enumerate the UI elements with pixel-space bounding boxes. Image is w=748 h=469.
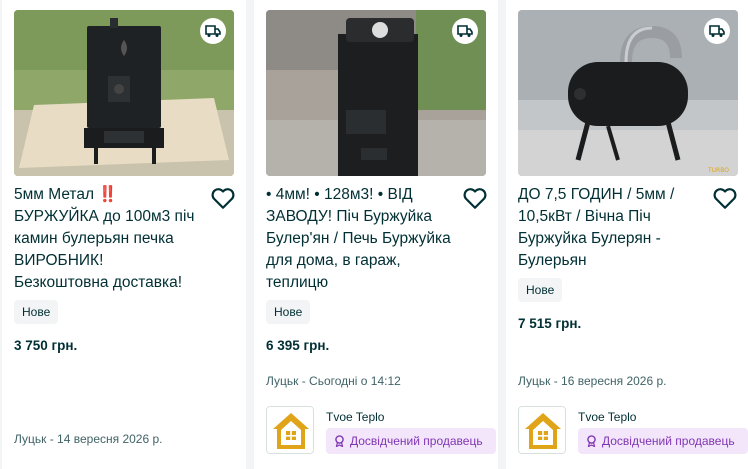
listing-photo[interactable]: TURBO (518, 10, 738, 176)
listing-photo[interactable] (14, 10, 234, 176)
seller-info[interactable]: Tvoe Teplo Досвідчений продавець (266, 406, 496, 456)
listing-card[interactable]: • 4мм! • 128м3! • ВІД ЗАВОДУ! Піч Буржуй… (254, 0, 498, 469)
location-date: Луцьк - 14 вересня 2026 р. (14, 432, 163, 446)
listing-photo[interactable] (266, 10, 486, 176)
heart-icon[interactable] (712, 186, 738, 210)
heart-icon[interactable] (210, 186, 236, 210)
condition-badge: Нове (14, 300, 59, 324)
listing-price: 7 515 грн. (518, 316, 582, 331)
location-date: Луцьк - Сьогодні о 14:12 (266, 374, 401, 388)
heart-icon[interactable] (462, 186, 488, 210)
listing-title[interactable]: • 4мм! • 128м3! • ВІД ЗАВОДУ! Піч Буржуй… (266, 184, 454, 294)
experienced-seller-badge: Досвідчений продавець (326, 428, 496, 454)
listing-title[interactable]: ДО 7,5 ГОДИН / 5мм / 10,5кВт / Вічна Піч… (518, 184, 704, 272)
delivery-truck-icon (704, 18, 730, 44)
seller-logo (518, 406, 566, 454)
listing-price: 6 395 грн. (266, 338, 330, 353)
listing-grid: 5мм Метал ‼️ БУРЖУЙКА до 100м3 піч камин… (0, 0, 748, 469)
seller-tag-label: Досвідчений продавець (350, 434, 483, 448)
seller-logo (266, 406, 314, 454)
condition-badge: Нове (518, 278, 563, 302)
seller-info[interactable]: Tvoe Teplo Досвідчений продавець (518, 406, 748, 456)
listing-card[interactable]: 5мм Метал ‼️ БУРЖУЙКА до 100м3 піч камин… (2, 0, 246, 469)
seller-tag-label: Досвідчений продавець (602, 434, 735, 448)
seller-name: Tvoe Teplo (578, 410, 637, 424)
location-date: Луцьк - 16 вересня 2026 р. (518, 374, 667, 388)
delivery-truck-icon (452, 18, 478, 44)
listing-price: 3 750 грн. (14, 338, 78, 353)
experienced-seller-badge: Досвідчений продавець (578, 428, 748, 454)
listing-title[interactable]: 5мм Метал ‼️ БУРЖУЙКА до 100м3 піч камин… (14, 184, 202, 294)
medal-icon (587, 435, 596, 447)
listing-card[interactable]: TURBO ДО 7,5 ГОДИН / 5мм / 10,5кВт / Віч… (506, 0, 748, 469)
condition-badge: Нове (266, 300, 311, 324)
seller-name: Tvoe Teplo (326, 410, 385, 424)
medal-icon (335, 435, 344, 447)
svg-text:TURBO: TURBO (707, 167, 729, 174)
delivery-truck-icon (200, 18, 226, 44)
